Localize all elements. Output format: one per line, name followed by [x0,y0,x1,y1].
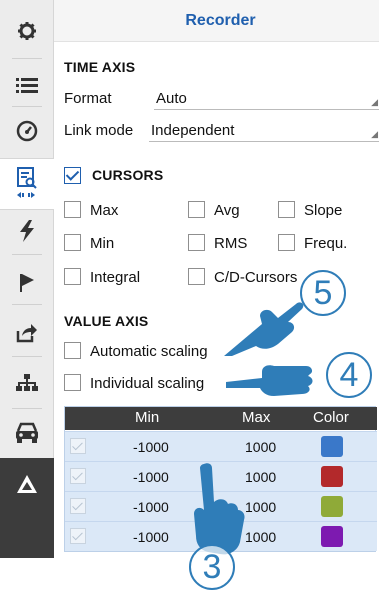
sidebar-item-logo[interactable] [0,458,54,510]
cd-cursors-checkbox[interactable] [188,268,205,285]
cursors-heading: CURSORS [92,167,164,183]
sidebar-item-gauge[interactable] [0,108,54,154]
link-mode-value: Independent [151,122,235,139]
callout-5-label: 5 [313,273,333,312]
recorder-icon [17,167,37,198]
format-select[interactable]: Auto ◢ [154,88,379,110]
row-checkbox[interactable] [70,438,86,454]
callout-3-label: 3 [202,547,222,586]
sidebar-item-export[interactable] [0,310,54,356]
car-icon [16,422,38,443]
max-checkbox[interactable] [64,201,81,218]
pointing-hand-icon [226,365,313,396]
lightning-icon [20,220,34,242]
dropdown-corner-icon: ◢ [371,129,378,139]
flag-icon [20,274,34,292]
row-max-value[interactable]: 1000 [245,529,276,545]
row-color-swatch[interactable] [321,526,343,547]
export-icon [16,324,37,343]
callout-4-label: 4 [339,355,359,394]
automatic-scaling-label: Automatic scaling [90,343,208,360]
table-row[interactable]: -1000 1000 [65,431,377,461]
table-header: Min Max Color [65,407,377,430]
logo-icon [17,475,37,493]
frequ-checkbox[interactable] [278,234,295,251]
value-axis-heading: VALUE AXIS [64,313,149,329]
callout-3: 3 [189,544,235,590]
gear-icon [18,22,36,40]
column-header-min: Min [135,409,160,426]
min-checkbox[interactable] [64,234,81,251]
recorder-settings-window: Recorder TIME AXIS Format Auto ◢ Link mo… [0,0,379,594]
individual-scaling-label: Individual scaling [90,375,205,392]
automatic-scaling-checkbox[interactable] [64,342,81,359]
row-checkbox[interactable] [70,528,86,544]
sidebar-item-network[interactable] [0,360,54,406]
row-checkbox[interactable] [70,468,86,484]
row-max-value[interactable]: 1000 [245,469,276,485]
row-color-swatch[interactable] [321,496,343,517]
panel-title: Recorder [185,12,256,29]
individual-scaling-checkbox[interactable] [64,374,81,391]
gauge-icon [16,120,38,142]
link-mode-label: Link mode [64,122,134,139]
callout-4: 4 [326,352,372,398]
link-mode-select[interactable]: Independent ◢ [149,120,379,142]
slope-checkbox[interactable] [278,201,295,218]
sidebar-item-settings[interactable] [0,8,54,54]
row-max-value[interactable]: 1000 [245,439,276,455]
sidebar [0,0,54,558]
callout-5: 5 [300,270,346,316]
list-icon [16,78,38,93]
sidebar-item-vehicle[interactable] [0,410,54,456]
row-min-value[interactable]: -1000 [133,529,169,545]
dropdown-corner-icon: ◢ [371,97,378,107]
row-min-value[interactable]: -1000 [133,499,169,515]
row-color-swatch[interactable] [321,436,343,457]
column-header-max: Max [242,409,271,426]
rms-label: RMS [214,235,248,252]
row-max-value[interactable]: 1000 [245,499,276,515]
sidebar-item-trigger[interactable] [0,208,54,254]
frequ-label: Frequ. [304,235,348,252]
row-checkbox[interactable] [70,498,86,514]
column-header-color: Color [313,409,349,426]
row-min-value[interactable]: -1000 [133,439,169,455]
sidebar-item-marker[interactable] [0,260,54,306]
pointing-hand-icon [194,463,245,555]
integral-label: Integral [90,269,141,286]
format-label: Format [64,90,112,107]
sidebar-item-list[interactable] [0,62,54,108]
slope-label: Slope [304,202,343,219]
time-axis-heading: TIME AXIS [64,59,136,75]
integral-checkbox[interactable] [64,268,81,285]
rms-checkbox[interactable] [188,234,205,251]
row-min-value[interactable]: -1000 [133,469,169,485]
panel-header: Recorder [54,0,379,42]
sidebar-item-recorder[interactable] [0,158,54,210]
pointing-hand-icon [224,302,304,356]
cd-cursors-label: C/D-Cursors [214,269,298,286]
avg-checkbox[interactable] [188,201,205,218]
format-value: Auto [156,90,187,107]
min-label: Min [90,235,115,252]
avg-label: Avg [214,202,240,219]
sidebar-footer [0,510,54,558]
network-icon [16,374,38,391]
row-color-swatch[interactable] [321,466,343,487]
max-label: Max [90,202,119,219]
cursors-checkbox[interactable] [64,167,81,184]
